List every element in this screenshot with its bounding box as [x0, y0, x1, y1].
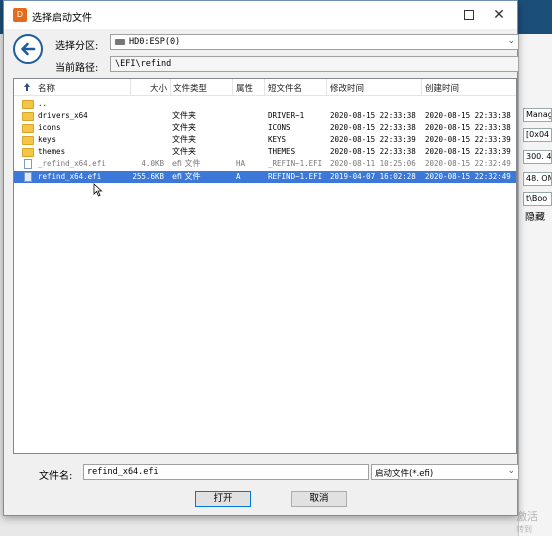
column-header-modified[interactable]: 修改时间: [330, 82, 364, 94]
activation-watermark: 激活: [516, 510, 538, 523]
background-cell: Manag: [523, 108, 552, 122]
back-button[interactable]: [13, 34, 43, 64]
filename-value: refind_x64.efi: [87, 467, 159, 477]
filename-input[interactable]: refind_x64.efi: [83, 464, 369, 480]
drive-icon: [115, 39, 125, 45]
partition-label: 选择分区:: [55, 41, 99, 52]
file-type: 文件夹: [172, 147, 196, 156]
file-type: efi 文件: [172, 172, 201, 181]
close-button[interactable]: ✕: [488, 5, 510, 25]
file-row[interactable]: keys 文件夹 KEYS 2020-08-15 22:33:39 2020-0…: [14, 134, 516, 146]
maximize-button[interactable]: [460, 6, 478, 24]
activation-watermark-sub: 转到: [516, 525, 532, 534]
file-created: 2020-08-15 22:33:39: [425, 147, 511, 156]
mouse-cursor-icon: [93, 183, 103, 197]
file-type: efi 文件: [172, 159, 201, 168]
file-type: 文件夹: [172, 111, 196, 120]
column-header-type[interactable]: 文件类型: [173, 82, 207, 94]
file-modified: 2019-04-07 16:02:28: [330, 172, 416, 181]
file-short-name: THEMES: [268, 147, 296, 156]
file-list-header: 名称 大小 文件类型 属性 短文件名 修改时间 创建时间: [14, 79, 516, 96]
maximize-icon: [464, 10, 474, 20]
folder-icon: [22, 148, 34, 157]
file-attr: A: [236, 172, 241, 181]
column-header-attr[interactable]: 属性: [236, 82, 253, 94]
file-row[interactable]: drivers_x64 文件夹 DRIVER~1 2020-08-15 22:3…: [14, 110, 516, 122]
file-short-name: ICONS: [268, 123, 291, 132]
file-list[interactable]: 名称 大小 文件类型 属性 短文件名 修改时间 创建时间 .. drivers_…: [13, 78, 517, 454]
file-type: 文件夹: [172, 123, 196, 132]
folder-icon: [22, 136, 34, 145]
background-cell: 300. 4: [523, 150, 552, 164]
file-created: 2020-08-15 22:32:49: [425, 172, 511, 181]
file-row[interactable]: icons 文件夹 ICONS 2020-08-15 22:33:38 2020…: [14, 122, 516, 134]
close-icon: ✕: [493, 7, 505, 23]
file-name: _refind_x64.efi: [38, 159, 106, 168]
dialog-title: 选择启动文件: [32, 13, 92, 24]
partition-value: HD0:ESP(0): [129, 37, 181, 47]
file-created: 2020-08-15 22:33:38: [425, 123, 511, 132]
open-button[interactable]: 打开: [195, 491, 251, 507]
background-cell: [0x04: [523, 128, 552, 142]
column-header-name[interactable]: 名称: [38, 82, 55, 94]
back-arrow-icon: [21, 42, 36, 56]
file-size: 4.0KB: [141, 159, 164, 168]
file-short-name: _REFIN~1.EFI: [268, 159, 323, 168]
folder-icon: [22, 112, 34, 121]
file-modified: 2020-08-15 22:33:38: [330, 123, 416, 132]
file-row-selected[interactable]: refind_x64.efi 255.6KB efi 文件 A REFIND~1…: [14, 171, 516, 183]
file-type-select[interactable]: 启动文件(*.efi) ⌄: [371, 464, 519, 480]
column-header-short-name[interactable]: 短文件名: [268, 82, 302, 94]
folder-icon: [22, 100, 34, 109]
file-created: 2020-08-15 22:32:49: [425, 159, 511, 168]
file-modified: 2020-08-11 10:25:06: [330, 159, 416, 168]
file-attr: HA: [236, 159, 246, 168]
current-path-value: \EFI\refind: [115, 59, 172, 69]
current-path-label: 当前路径:: [55, 63, 99, 74]
background-cell: t\Boo: [523, 192, 552, 206]
file-name: refind_x64.efi: [38, 172, 102, 181]
file-name: ..: [38, 99, 48, 108]
file-name: icons: [38, 123, 61, 132]
app-icon: D: [13, 8, 27, 22]
file-icon: [24, 159, 32, 169]
file-modified: 2020-08-15 22:33:38: [330, 147, 416, 156]
file-icon: [24, 172, 32, 182]
current-path-field[interactable]: \EFI\refind: [110, 56, 519, 72]
column-header-created[interactable]: 创建时间: [425, 82, 459, 94]
file-row[interactable]: themes 文件夹 THEMES 2020-08-15 22:33:38 20…: [14, 146, 516, 158]
file-name: drivers_x64: [38, 111, 88, 120]
background-cell: 48. OMB,: [523, 172, 552, 186]
partition-select[interactable]: HD0:ESP(0) ⌄: [110, 34, 519, 50]
sort-icon[interactable]: [22, 82, 32, 92]
chevron-down-icon: ⌄: [507, 36, 515, 46]
file-modified: 2020-08-15 22:33:39: [330, 135, 416, 144]
filename-label: 文件名:: [39, 471, 73, 482]
file-short-name: DRIVER~1: [268, 111, 305, 120]
chevron-down-icon: ⌄: [507, 466, 515, 476]
file-name: keys: [38, 135, 57, 144]
file-row-hidden[interactable]: _refind_x64.efi 4.0KB efi 文件 HA _REFIN~1…: [14, 158, 516, 170]
column-header-size[interactable]: 大小: [150, 82, 167, 94]
file-created: 2020-08-15 22:33:38: [425, 111, 511, 120]
file-created: 2020-08-15 22:33:39: [425, 135, 511, 144]
background-label: 隐藏: [525, 212, 545, 223]
file-row-parent[interactable]: ..: [14, 98, 516, 110]
file-size: 255.6KB: [132, 172, 164, 181]
file-type-value: 启动文件(*.efi): [375, 469, 434, 479]
file-short-name: KEYS: [268, 135, 287, 144]
folder-icon: [22, 124, 34, 133]
title-bar: D 选择启动文件 ✕: [4, 1, 517, 29]
file-name: themes: [38, 147, 66, 156]
cancel-button[interactable]: 取消: [291, 491, 347, 507]
file-modified: 2020-08-15 22:33:38: [330, 111, 416, 120]
file-short-name: REFIND~1.EFI: [268, 172, 323, 181]
select-boot-file-dialog: D 选择启动文件 ✕ 选择分区: HD0:ESP(0) ⌄ 当前路径: \EFI…: [3, 0, 519, 516]
file-type: 文件夹: [172, 135, 196, 144]
